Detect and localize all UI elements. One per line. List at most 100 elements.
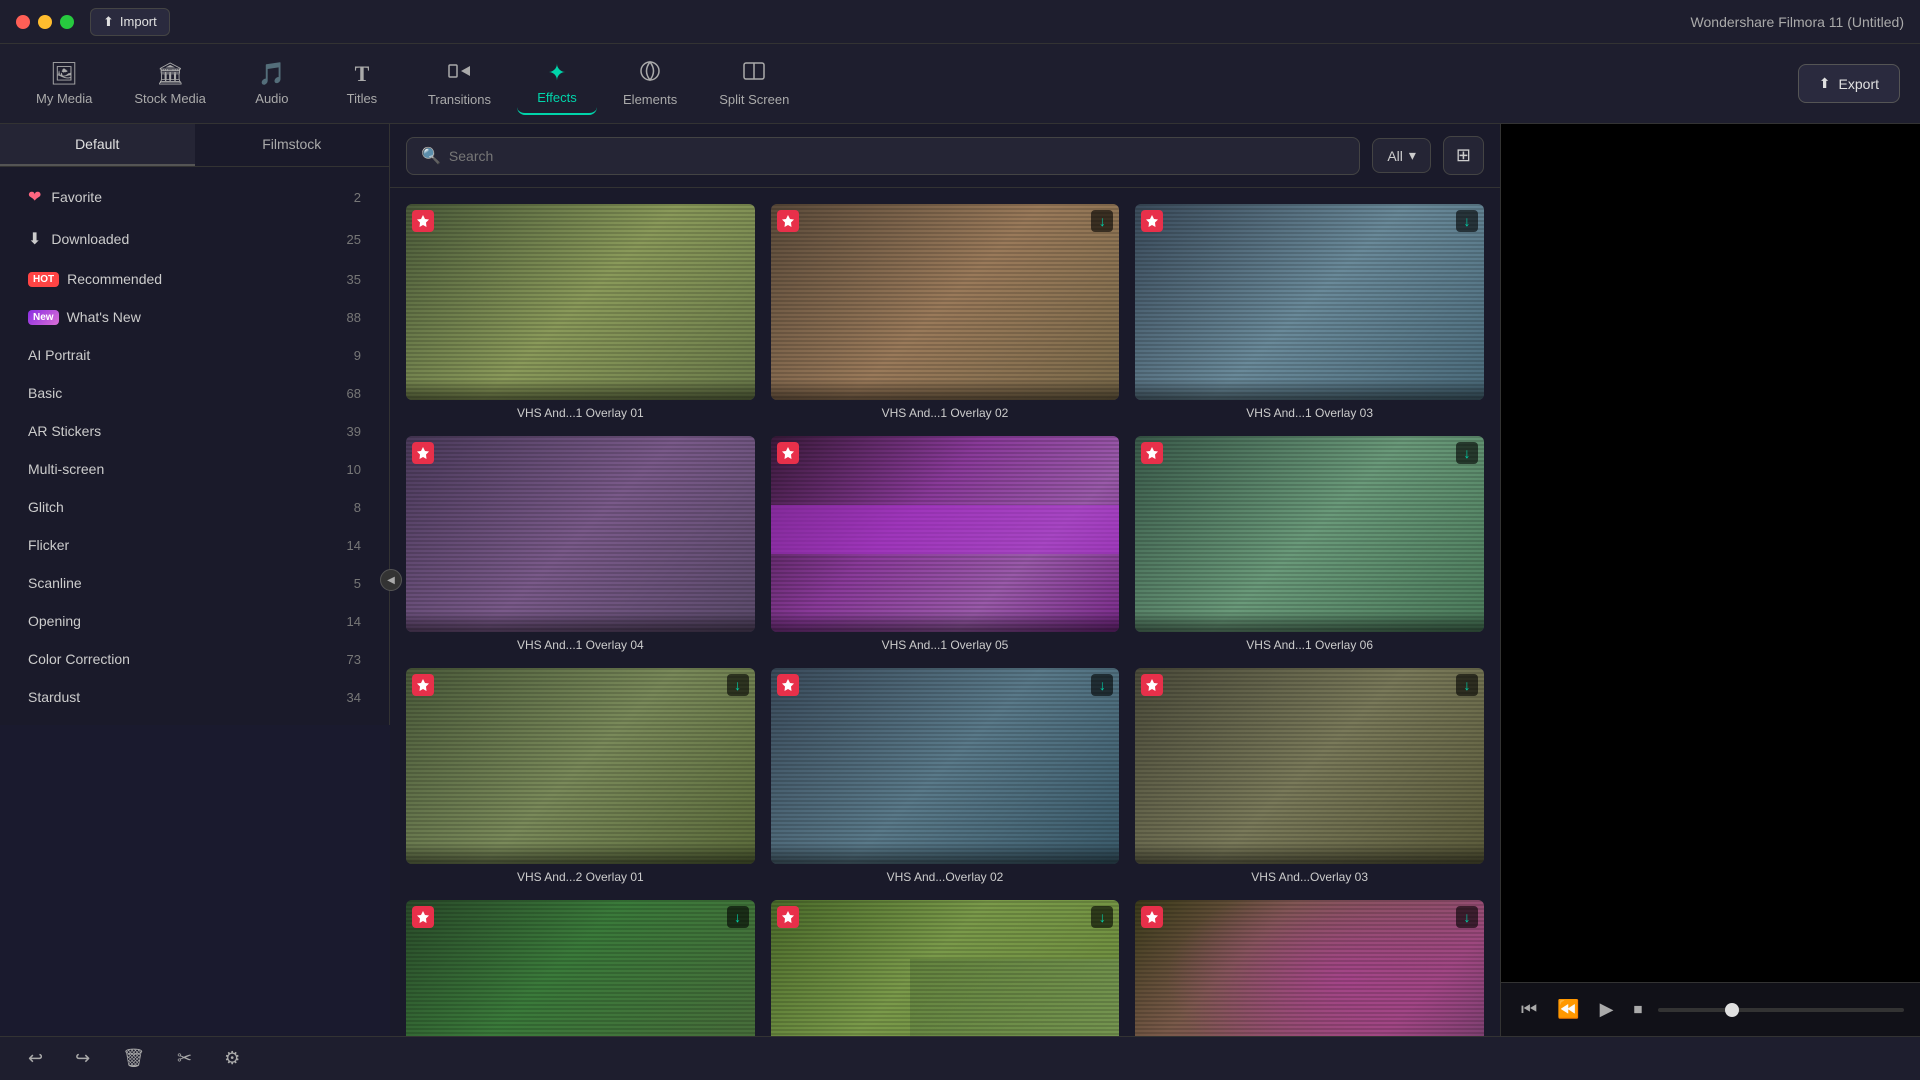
sidebar-item-label: Opening <box>28 613 81 629</box>
elements-icon <box>639 60 661 88</box>
settings-button[interactable]: ⚙ <box>216 1044 248 1073</box>
sidebar-item-label: Scanline <box>28 575 82 591</box>
toolbar-item-effects[interactable]: ✦ Effects <box>517 52 597 115</box>
sidebar-wrapper: Default Filmstock ❤ Favorite 2 ⬇ Downloa… <box>0 124 390 1036</box>
effects-grid: VHS And...1 Overlay 01 ↓ VHS And...1 Ove… <box>390 188 1500 1036</box>
undo-button[interactable]: ↩ <box>20 1044 51 1073</box>
effect-card-1[interactable]: VHS And...1 Overlay 01 <box>406 204 755 420</box>
export-icon: ⬆ <box>1819 75 1831 92</box>
export-button[interactable]: ⬆ Export <box>1798 64 1900 103</box>
preview-slider-thumb[interactable] <box>1725 1003 1739 1017</box>
play-button[interactable]: ▶ <box>1596 995 1618 1024</box>
effect-thumbnail-7: ↓ <box>406 668 755 864</box>
effect-thumbnail-1 <box>406 204 755 400</box>
sidebar-item-label: Basic <box>28 385 62 401</box>
sidebar-item-flicker[interactable]: Flicker 14 <box>8 527 381 563</box>
chevron-down-icon: ▾ <box>1409 147 1416 164</box>
sidebar-item-scanline[interactable]: Scanline 5 <box>8 565 381 601</box>
hot-badge: HOT <box>28 272 59 287</box>
main-layout: Default Filmstock ❤ Favorite 2 ⬇ Downloa… <box>0 124 1920 1036</box>
sidebar-item-favorite[interactable]: ❤ Favorite 2 <box>8 177 381 217</box>
sidebar-item-ar-stickers[interactable]: AR Stickers 39 <box>8 413 381 449</box>
rewind-button[interactable]: ⏮ <box>1517 995 1541 1024</box>
toolbar-item-transitions[interactable]: Transitions <box>412 52 507 115</box>
effect-card-6[interactable]: ↓ VHS And...1 Overlay 06 <box>1135 436 1484 652</box>
sidebar-item-count: 2 <box>354 190 361 205</box>
sidebar-item-whats-new[interactable]: New What's New 88 <box>8 299 381 335</box>
sidebar-item-count: 8 <box>354 500 361 515</box>
pro-badge <box>777 674 799 696</box>
download-icon[interactable]: ↓ <box>727 906 749 928</box>
pro-badge <box>412 442 434 464</box>
cut-button[interactable]: ✂ <box>169 1044 200 1073</box>
download-icon[interactable]: ↓ <box>1456 442 1478 464</box>
effect-card-7[interactable]: ↓ VHS And...2 Overlay 01 <box>406 668 755 884</box>
my-media-icon: 🖼 <box>50 61 78 87</box>
stop-button[interactable]: ⏹ <box>1629 995 1646 1024</box>
grid-view-button[interactable]: ⊞ <box>1443 136 1484 175</box>
preview-timeline-slider[interactable] <box>1658 1008 1904 1012</box>
toolbar-item-split-screen[interactable]: Split Screen <box>703 52 805 115</box>
effect-thumbnail-12: ↓ <box>1135 900 1484 1036</box>
maximize-window-button[interactable] <box>60 15 74 29</box>
download-icon[interactable]: ↓ <box>1091 210 1113 232</box>
grid-icon: ⊞ <box>1456 145 1471 165</box>
search-input[interactable] <box>449 148 1345 164</box>
sidebar-item-color-correction[interactable]: Color Correction 73 <box>8 641 381 677</box>
filter-button[interactable]: All ▾ <box>1372 138 1431 173</box>
effect-card-12[interactable]: ↓ VHS And...Overlay 05 <box>1135 900 1484 1036</box>
toolbar-item-my-media[interactable]: 🖼 My Media <box>20 53 108 114</box>
download-icon[interactable]: ↓ <box>727 674 749 696</box>
sidebar-collapse-button[interactable]: ◀ <box>380 569 402 591</box>
effect-label-4: VHS And...1 Overlay 04 <box>406 638 755 652</box>
effect-label-5: VHS And...1 Overlay 05 <box>771 638 1120 652</box>
sidebar-item-count: 73 <box>347 652 361 667</box>
sidebar-item-label: Downloaded <box>51 231 129 247</box>
download-icon[interactable]: ↓ <box>1091 674 1113 696</box>
effect-card-10[interactable]: ↓ VHS And...Overlay 04 <box>406 900 755 1036</box>
app-title: Wondershare Filmora 11 (Untitled) <box>1691 14 1904 30</box>
download-icon[interactable]: ↓ <box>1456 906 1478 928</box>
sidebar-item-opening[interactable]: Opening 14 <box>8 603 381 639</box>
sidebar-tab-default[interactable]: Default <box>0 124 195 166</box>
import-button[interactable]: ⬆ Import <box>90 8 170 36</box>
delete-button[interactable]: 🗑 <box>114 1044 153 1073</box>
pro-badge <box>777 210 799 232</box>
close-window-button[interactable] <box>16 15 30 29</box>
step-back-button[interactable]: ⏪ <box>1553 995 1583 1024</box>
toolbar-item-audio[interactable]: 🎵 Audio <box>232 53 312 114</box>
window-controls <box>16 15 74 29</box>
download-icon[interactable]: ↓ <box>1456 210 1478 232</box>
toolbar-item-stock-media[interactable]: 🏛 Stock Media <box>118 53 222 114</box>
download-icon[interactable]: ↓ <box>1091 906 1113 928</box>
sidebar-item-ai-portrait[interactable]: AI Portrait 9 <box>8 337 381 373</box>
sidebar-item-count: 14 <box>347 538 361 553</box>
sidebar-item-glitch[interactable]: Glitch 8 <box>8 489 381 525</box>
sidebar-item-stardust[interactable]: Stardust 34 <box>8 679 381 715</box>
effect-thumbnail-3: ↓ <box>1135 204 1484 400</box>
sidebar-item-label: What's New <box>67 309 141 325</box>
sidebar-item-downloaded[interactable]: ⬇ Downloaded 25 <box>8 219 381 259</box>
sidebar-item-recommended[interactable]: HOT Recommended 35 <box>8 261 381 297</box>
sidebar-item-basic[interactable]: Basic 68 <box>8 375 381 411</box>
effect-card-8[interactable]: ↓ VHS And...Overlay 02 <box>771 668 1120 884</box>
effect-thumbnail-4 <box>406 436 755 632</box>
sidebar-list: ❤ Favorite 2 ⬇ Downloaded 25 HOT Recomme… <box>0 167 389 725</box>
redo-button[interactable]: ↪ <box>67 1044 98 1073</box>
effect-card-5[interactable]: VHS And...1 Overlay 05 <box>771 436 1120 652</box>
download-icon[interactable]: ↓ <box>1456 674 1478 696</box>
effect-card-2[interactable]: ↓ VHS And...1 Overlay 02 <box>771 204 1120 420</box>
search-icon: 🔍 <box>421 146 441 166</box>
toolbar-item-titles[interactable]: T Titles <box>322 53 402 114</box>
sidebar-tab-filmstock[interactable]: Filmstock <box>195 124 390 166</box>
effect-card-9[interactable]: ↓ VHS And...Overlay 03 <box>1135 668 1484 884</box>
effect-card-3[interactable]: ↓ VHS And...1 Overlay 03 <box>1135 204 1484 420</box>
sidebar-item-multi-screen[interactable]: Multi-screen 10 <box>8 451 381 487</box>
toolbar-item-elements[interactable]: Elements <box>607 52 693 115</box>
effect-card-4[interactable]: VHS And...1 Overlay 04 <box>406 436 755 652</box>
minimize-window-button[interactable] <box>38 15 52 29</box>
sidebar-item-count: 5 <box>354 576 361 591</box>
pro-badge <box>412 674 434 696</box>
effect-card-11[interactable]: ↓ VHS And...Overlay 06 <box>771 900 1120 1036</box>
effect-thumbnail-2: ↓ <box>771 204 1120 400</box>
